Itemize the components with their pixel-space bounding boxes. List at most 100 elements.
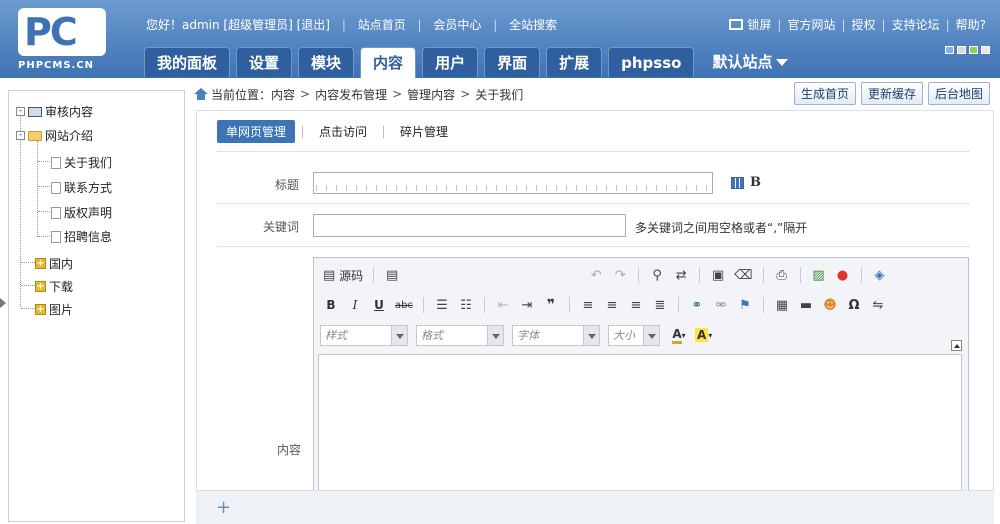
subtab-fragments[interactable]: 碎片管理	[391, 120, 457, 143]
flash-icon[interactable]: ●	[832, 265, 854, 285]
style-dropdown[interactable]: 样式	[320, 324, 408, 346]
table-icon[interactable]: ▦	[771, 295, 793, 315]
indent-icon[interactable]: ⇥	[516, 295, 538, 315]
tab-panel[interactable]: 我的面板	[144, 47, 231, 77]
site-home-link[interactable]: 站点首页	[358, 18, 406, 32]
unordered-list-icon[interactable]: ☷	[455, 295, 477, 315]
redo-icon[interactable]: ↷	[609, 265, 631, 285]
tree-item-pictures[interactable]: + 图片	[35, 301, 73, 318]
tree-item-contact[interactable]: 联系方式	[51, 179, 112, 196]
justify-icon[interactable]: ≣	[649, 295, 671, 315]
skin-blue[interactable]	[945, 46, 954, 54]
license-link[interactable]: 授权	[852, 16, 876, 33]
align-left-icon[interactable]: ≡	[577, 295, 599, 315]
logo[interactable]: PC PHPCMS.CN	[18, 8, 108, 72]
italic-icon[interactable]: I	[344, 295, 366, 315]
divider	[638, 267, 640, 283]
sidebar-toggle-arrow-icon[interactable]	[0, 298, 6, 308]
skin-light[interactable]	[981, 46, 990, 54]
official-site-link[interactable]: 官方网站	[787, 16, 835, 33]
bold-icon[interactable]: B	[320, 295, 342, 315]
breadcrumb-item[interactable]: 关于我们	[475, 86, 523, 103]
collapse-icon[interactable]: -	[16, 107, 25, 116]
subtab-visit[interactable]: 点击访问	[310, 120, 376, 143]
tab-modules[interactable]: 模块	[298, 47, 355, 77]
blockquote-icon[interactable]: ❞	[540, 295, 562, 315]
tab-interface[interactable]: 界面	[484, 47, 541, 77]
tree-line	[21, 308, 35, 309]
member-center-link[interactable]: 会员中心	[433, 18, 481, 32]
expand-icon[interactable]: +	[35, 281, 46, 292]
breadcrumb-item[interactable]: 内容	[271, 86, 295, 103]
bg-color-icon[interactable]: A ▾	[692, 325, 715, 345]
skin-gray[interactable]	[957, 46, 966, 54]
horizontal-rule-icon[interactable]: ▬	[795, 295, 817, 315]
format-dropdown[interactable]: 格式	[416, 324, 504, 346]
generate-home-button[interactable]: 生成首页	[793, 82, 856, 105]
tree-item-review[interactable]: - 审核内容	[16, 103, 93, 120]
site-search-link[interactable]: 全站搜索	[509, 18, 557, 32]
page-break-icon[interactable]: ⇋	[867, 295, 889, 315]
tree-item-site-intro[interactable]: - 网站介绍	[16, 127, 93, 144]
select-all-icon[interactable]: ▣	[707, 265, 729, 285]
help-link[interactable]: 帮助?	[956, 16, 986, 33]
ordered-list-icon[interactable]: ☰	[431, 295, 453, 315]
anchor-flag-icon[interactable]: ⚑	[734, 295, 756, 315]
main-nav: 我的面板 设置 模块 内容 用户 界面 扩展 phpsso 默认站点	[144, 47, 800, 78]
subtab-single-page[interactable]: 单网页管理	[217, 120, 296, 143]
link-icon[interactable]: ⚭	[686, 295, 708, 315]
preview-icon[interactable]: ⎙	[771, 265, 793, 285]
image-icon[interactable]: ▨	[808, 265, 830, 285]
tab-settings[interactable]: 设置	[236, 47, 293, 77]
toolbar-collapse-icon[interactable]	[951, 340, 962, 351]
color-picker-icon[interactable]	[731, 177, 744, 189]
align-center-icon[interactable]: ≡	[601, 295, 623, 315]
eraser-icon[interactable]: ⌫	[731, 265, 755, 285]
site-switch-dropdown[interactable]: 默认站点	[700, 47, 800, 77]
smiley-icon[interactable]: ☻	[819, 295, 841, 315]
tab-phpsso[interactable]: phpsso	[608, 47, 695, 77]
text-color-icon[interactable]: A ▾	[668, 325, 690, 345]
lock-screen-link[interactable]: 锁屏	[747, 16, 771, 33]
forum-link[interactable]: 支持论坛	[892, 16, 940, 33]
skin-green[interactable]	[969, 46, 978, 54]
logo-main-text: PC	[24, 10, 78, 54]
font-dropdown[interactable]: 字体	[512, 324, 600, 346]
undo-icon[interactable]: ↶	[585, 265, 607, 285]
tab-content[interactable]: 内容	[360, 47, 417, 78]
title-input[interactable]	[313, 172, 713, 194]
breadcrumb-item[interactable]: 管理内容	[407, 86, 455, 103]
template-icon[interactable]: ▤	[381, 265, 403, 285]
quick-actions: 生成首页 更新缓存 后台地图	[793, 82, 990, 105]
replace-icon[interactable]: ⇄	[670, 265, 692, 285]
tab-users[interactable]: 用户	[422, 47, 479, 77]
header: PC PHPCMS.CN 您好！admin [超级管理员] [退出] | 站点首…	[0, 0, 1000, 78]
underline-icon[interactable]: U	[368, 295, 390, 315]
special-char-icon[interactable]: Ω	[843, 295, 865, 315]
tree-item-about[interactable]: 关于我们	[51, 154, 112, 171]
source-button[interactable]: ▤ 源码	[320, 265, 366, 285]
update-cache-button[interactable]: 更新缓存	[860, 82, 923, 105]
admin-map-button[interactable]: 后台地图	[927, 82, 990, 105]
collapse-icon[interactable]: -	[16, 131, 25, 140]
keywords-input[interactable]	[313, 214, 626, 237]
unlink-icon[interactable]: ⚮	[710, 295, 732, 315]
maximize-icon[interactable]: ◈	[869, 265, 891, 285]
logout-link[interactable]: [退出]	[297, 18, 330, 32]
tree-item-jobs[interactable]: 招聘信息	[51, 228, 112, 245]
plus-icon[interactable]: +	[216, 497, 231, 518]
tree-item-download[interactable]: + 下载	[35, 278, 73, 295]
strikethrough-icon[interactable]: abc	[392, 295, 416, 315]
tab-extend[interactable]: 扩展	[546, 47, 603, 77]
size-dropdown[interactable]: 大小	[608, 324, 660, 346]
outdent-icon[interactable]: ⇤	[492, 295, 514, 315]
tree-line	[38, 236, 50, 237]
expand-icon[interactable]: +	[35, 258, 46, 269]
align-right-icon[interactable]: ≡	[625, 295, 647, 315]
tree-item-copyright[interactable]: 版权声明	[51, 204, 112, 221]
tree-item-domestic[interactable]: + 国内	[35, 255, 73, 272]
expand-icon[interactable]: +	[35, 304, 46, 315]
find-icon[interactable]: ⚲	[646, 265, 668, 285]
breadcrumb-item[interactable]: 内容发布管理	[315, 86, 387, 103]
bold-title-icon[interactable]: B	[750, 175, 761, 190]
